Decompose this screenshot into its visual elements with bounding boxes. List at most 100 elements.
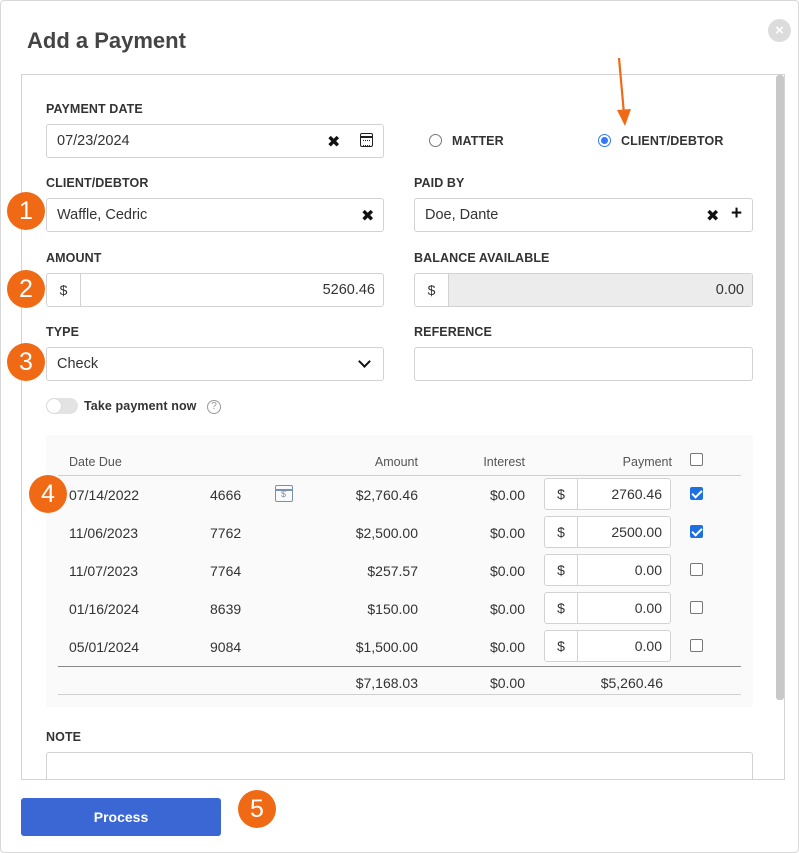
row-5-payment-value: 0.00 [634,638,662,654]
total-interest: $0.00 [489,675,525,691]
add-payer-icon[interactable]: + [731,203,742,225]
row-4-interest: $0.00 [489,601,525,617]
row-1-date: 07/14/2022 [69,487,140,503]
close-icon[interactable]: × [768,19,791,42]
row-2-payment-input[interactable]: $ 2500.00 [544,516,671,548]
calendar-icon[interactable] [360,133,373,147]
row-5-amount: $1,500.00 [355,639,418,655]
reference-label: REFERENCE [414,325,492,339]
chevron-down-icon [358,355,371,368]
take-payment-now-toggle[interactable] [46,398,78,414]
row-3-payment-value: 0.00 [634,562,662,578]
row-5-interest: $0.00 [489,639,525,655]
amount-currency: $ [47,274,81,306]
payment-date-field[interactable]: 07/23/2024 ✖ [46,124,384,158]
paid-by-label: PAID BY [414,176,465,190]
note-label: NOTE [46,730,82,744]
clear-date-icon[interactable]: ✖ [327,132,340,152]
balance-available-label: BALANCE AVAILABLE [414,251,550,265]
annotation-badge-3: 3 [7,343,45,381]
row-2-date: 11/06/2023 [69,525,139,541]
client-debtor-field[interactable]: Waffle, Cedric ✖ [46,198,384,232]
calendar-dollar-icon[interactable]: $ [275,485,293,502]
row-4-date: 01/16/2024 [69,601,140,617]
annotation-badge-4: 4 [29,475,67,513]
row-4-checkbox[interactable] [690,601,703,614]
header-divider [58,475,741,476]
process-button[interactable]: Process [21,798,221,836]
help-icon[interactable]: ? [207,400,221,414]
paid-by-value: Doe, Dante [425,207,499,223]
row-5-payment-input[interactable]: $ 0.00 [544,630,671,662]
amount-value: 5260.46 [322,282,375,298]
row-1-currency: $ [545,479,578,509]
row-4-currency: $ [545,593,578,623]
row-4-payment-input[interactable]: $ 0.00 [544,592,671,624]
row-3-interest: $0.00 [489,563,525,579]
amount-field[interactable]: $ 5260.46 [46,273,384,307]
balance-currency: $ [415,274,449,306]
row-2-interest: $0.00 [489,525,525,541]
modal-title: Add a Payment [27,28,186,53]
annotation-badge-1: 1 [7,192,45,230]
clear-paid-by-icon[interactable]: ✖ [706,206,719,226]
type-label: TYPE [46,325,80,339]
client-debtor-radio-label: CLIENT/DEBTOR [621,134,724,148]
row-2-number: 7762 [210,525,242,541]
reference-input[interactable] [414,347,753,381]
row-1-number: 4666 [210,487,242,503]
amount-label: AMOUNT [46,251,102,265]
type-select[interactable]: Check [46,347,384,381]
annotation-arrow-icon [617,58,631,126]
balance-value: 0.00 [715,282,744,298]
invoice-table: Date Due Amount Interest Payment 07/14/2… [46,435,753,707]
row-3-date: 11/07/2023 [69,563,139,579]
row-2-currency: $ [545,517,578,547]
row-5-currency: $ [545,631,578,661]
matter-radio-label: MATTER [452,134,504,148]
header-amount: Amount [374,455,418,469]
client-debtor-label: CLIENT/DEBTOR [46,176,149,190]
add-payment-modal: Add a Payment × PAYMENT DATE 07/23/2024 … [0,0,799,853]
total-amount: $7,168.03 [355,675,418,691]
row-2-checkbox[interactable] [690,525,703,538]
row-4-amount: $150.00 [367,601,418,617]
take-payment-now-label: Take payment now [84,399,197,413]
select-all-checkbox[interactable] [690,453,703,466]
row-1-payment-value: 2760.46 [611,486,662,502]
balance-disabled-bg [449,274,752,306]
payment-date-label: PAYMENT DATE [46,102,143,116]
row-1-interest: $0.00 [489,487,525,503]
row-5-date: 05/01/2024 [69,639,140,655]
row-3-currency: $ [545,555,578,585]
note-textarea[interactable] [46,752,753,779]
payment-date-value: 07/23/2024 [57,133,130,149]
row-3-amount: $257.57 [367,563,418,579]
row-1-checkbox[interactable] [690,487,703,500]
row-2-payment-value: 2500.00 [611,524,662,540]
scrollbar[interactable] [776,75,784,700]
annotation-badge-5: 5 [238,790,276,828]
row-3-checkbox[interactable] [690,563,703,576]
row-1-payment-input[interactable]: $ 2760.46 [544,478,671,510]
client-debtor-value: Waffle, Cedric [57,207,148,223]
header-payment: Payment [622,455,672,469]
row-5-checkbox[interactable] [690,639,703,652]
row-3-payment-input[interactable]: $ 0.00 [544,554,671,586]
row-2-amount: $2,500.00 [355,525,418,541]
matter-radio[interactable] [429,134,442,147]
header-interest: Interest [483,455,525,469]
clear-client-icon[interactable]: ✖ [361,206,374,226]
paid-by-field[interactable]: Doe, Dante ✖ + [414,198,753,232]
type-value: Check [57,356,99,372]
client-debtor-radio[interactable] [598,134,611,147]
header-date-due: Date Due [69,455,122,469]
totals-bottom-divider [58,694,741,695]
balance-available-field: $ 0.00 [414,273,753,307]
totals-divider [58,666,741,667]
annotation-badge-2: 2 [7,270,45,308]
total-payment: $5,260.46 [600,675,663,691]
row-4-number: 8639 [210,601,242,617]
row-3-number: 7764 [210,563,242,579]
row-1-amount: $2,760.46 [355,487,418,503]
